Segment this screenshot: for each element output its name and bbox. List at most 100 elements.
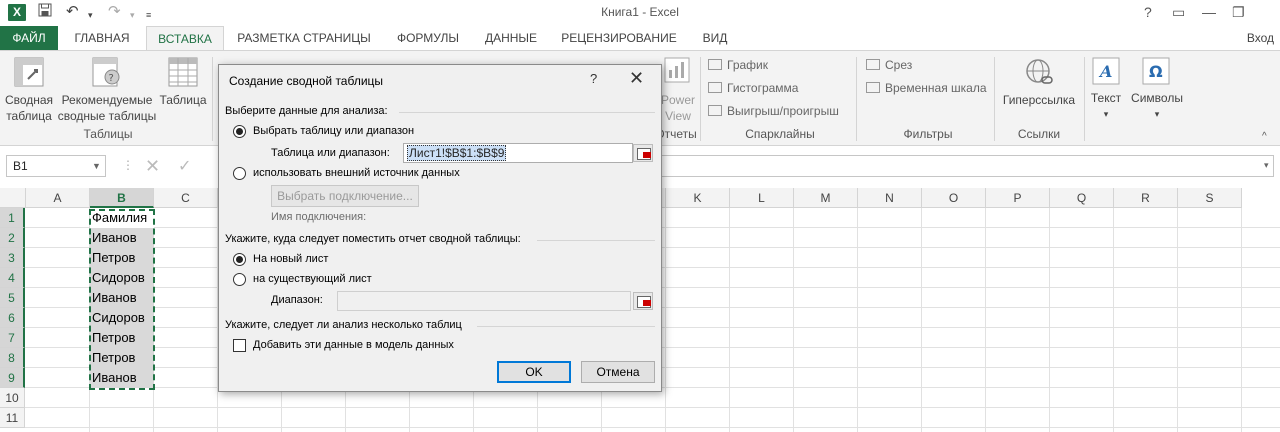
tab-view[interactable]: ВИД [692,26,738,50]
dialog-help-icon[interactable]: ? [590,71,597,86]
radio-external-source[interactable] [233,167,246,180]
power-view-icon[interactable] [664,57,690,86]
grid-column-line [1177,208,1178,432]
row-header-7[interactable]: 7 [0,328,25,348]
radio-new-sheet[interactable] [233,253,246,266]
column-header-m[interactable]: M [794,188,858,208]
section-location-label: Укажите, куда следует поместить отчет св… [225,233,521,245]
text-button[interactable]: Текст ▾ [1084,90,1128,122]
tab-insert[interactable]: ВСТАВКА [146,26,224,51]
tab-review[interactable]: РЕЦЕНЗИРОВАНИЕ [552,26,686,50]
column-header-a[interactable]: A [26,188,90,208]
column-header-k[interactable]: K [666,188,730,208]
table-button[interactable]: Таблица [158,92,208,108]
column-header-l[interactable]: L [730,188,794,208]
sparkline-winloss-icon [708,105,722,116]
row-header-4[interactable]: 4 [0,268,25,288]
group-separator [994,57,995,141]
expand-formula-icon[interactable]: ▾ [1264,160,1269,171]
recommended-pivot-icon[interactable]: ? [92,57,122,90]
column-header-r[interactable]: R [1114,188,1178,208]
pivot-table-button[interactable]: Сводная таблица [4,92,54,124]
range-label: Таблица или диапазон: [271,147,390,159]
svg-text:Ω: Ω [1149,62,1163,81]
radio-select-range-label[interactable]: Выбрать таблицу или диапазон [253,125,414,137]
column-header-q[interactable]: Q [1050,188,1114,208]
column-header-o[interactable]: O [922,188,986,208]
pivot-table-icon[interactable] [14,57,44,90]
help-icon[interactable]: ? [1144,3,1152,21]
group-label-filters: Фильтры [903,127,953,141]
grid-row-line [25,427,1280,428]
choose-connection-button[interactable]: Выбрать подключение... [271,185,419,207]
tab-data[interactable]: ДАННЫЕ [476,26,546,50]
table-icon[interactable] [168,57,198,90]
ok-button[interactable]: OK [497,361,571,383]
section-multi-label: Укажите, следует ли анализ несколько таб… [225,319,462,331]
range-input[interactable]: Лист1!$B$1:$B$9 [403,143,633,163]
section-data-label: Выберите данные для анализа: [225,105,388,117]
slicer-button[interactable]: Срез [866,57,912,73]
power-view-button[interactable]: Power View [656,92,700,124]
row-header-11[interactable]: 11 [0,408,25,428]
hyperlink-button[interactable]: Гиперссылка [998,92,1080,108]
location-range-input[interactable] [337,291,631,311]
hyperlink-icon[interactable] [1024,57,1054,90]
grid-column-line [1113,208,1114,432]
minimize-icon[interactable]: — [1202,3,1216,21]
symbols-icon[interactable]: Ω [1142,57,1170,88]
timeline-button[interactable]: Временная шкала [866,80,987,96]
row-header-9[interactable]: 9 [0,368,25,388]
restore-icon[interactable]: ❐ [1232,3,1245,21]
radio-select-range[interactable] [233,125,246,138]
divider [399,112,655,113]
radio-external-source-label[interactable]: использовать внешний источник данных [253,167,460,179]
cancel-button[interactable]: Отмена [581,361,655,383]
add-to-data-model-label[interactable]: Добавить эти данные в модель данных [253,339,454,351]
title-bar: X ↶ ▾ ↷ ▾ ≡ Книга1 - Excel ? ▭ — ❐ [0,0,1280,26]
collapse-ribbon-icon[interactable]: ^ [1262,131,1267,142]
tab-file[interactable]: ФАЙЛ [0,26,58,50]
row-header-3[interactable]: 3 [0,248,25,268]
column-header-c[interactable]: C [154,188,218,208]
row-header-6[interactable]: 6 [0,308,25,328]
group-label-links: Ссылки [1017,127,1061,141]
name-box-dropdown-icon[interactable]: ▼ [92,161,101,171]
cancel-entry-icon[interactable]: ✕ [145,156,160,177]
slicer-icon [866,59,880,70]
row-header-8[interactable]: 8 [0,348,25,368]
select-all-corner[interactable] [0,188,26,208]
ribbon-display-icon[interactable]: ▭ [1172,3,1185,21]
ribbon-tabs: ФАЙЛ ГЛАВНАЯ ВСТАВКА РАЗМЕТКА СТРАНИЦЫ Ф… [0,26,1280,51]
sparkline-line-button[interactable]: График [708,57,768,73]
add-to-data-model-checkbox[interactable] [233,339,246,352]
tab-page-layout[interactable]: РАЗМЕТКА СТРАНИЦЫ [228,26,380,50]
copy-selection-marquee [89,209,155,390]
column-header-s[interactable]: S [1178,188,1242,208]
radio-new-sheet-label[interactable]: На новый лист [253,253,328,265]
recommended-pivot-button[interactable]: Рекомендуемые сводные таблицы [56,92,158,124]
row-header-2[interactable]: 2 [0,228,25,248]
tab-formulas[interactable]: ФОРМУЛЫ [386,26,470,50]
name-box[interactable]: B1 [6,155,106,177]
sparkline-winloss-button[interactable]: Выигрыш/проигрыш [708,103,839,119]
sign-in-link[interactable]: Вход [1247,26,1274,50]
sparkline-column-button[interactable]: Гистограмма [708,80,798,96]
grid-column-line [793,208,794,432]
location-picker-icon[interactable] [633,292,653,310]
row-header-5[interactable]: 5 [0,288,25,308]
row-header-1[interactable]: 1 [0,208,25,228]
radio-existing-sheet[interactable] [233,273,246,286]
column-header-b[interactable]: B [90,188,154,208]
svg-text:A: A [1098,62,1112,81]
tab-home[interactable]: ГЛАВНАЯ [62,26,142,50]
range-picker-icon[interactable] [633,144,653,162]
row-header-10[interactable]: 10 [0,388,25,408]
text-icon[interactable]: A [1092,57,1120,88]
column-header-p[interactable]: P [986,188,1050,208]
radio-existing-sheet-label[interactable]: на существующий лист [253,273,372,285]
dialog-close-icon[interactable]: ✕ [629,68,644,89]
column-header-n[interactable]: N [858,188,922,208]
symbols-button[interactable]: Символы ▾ [1128,90,1186,122]
confirm-entry-icon[interactable]: ✓ [178,156,191,176]
